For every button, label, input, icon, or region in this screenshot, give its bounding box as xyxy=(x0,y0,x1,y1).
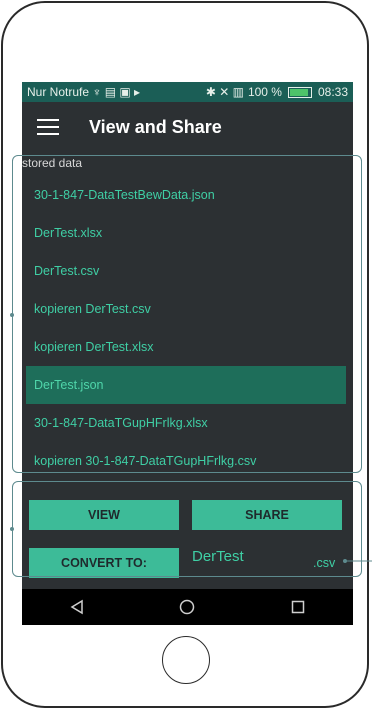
status-right: ✱ ✕ ▥ 100 % 08:33 xyxy=(206,85,348,99)
status-left: Nur Notrufe ♆ ▤ ▣ ▸ xyxy=(27,85,140,99)
status-bar: Nur Notrufe ♆ ▤ ▣ ▸ ✱ ✕ ▥ 100 % 08:33 xyxy=(22,82,353,102)
callout-dot xyxy=(10,313,14,317)
recent-apps-icon[interactable] xyxy=(268,589,328,625)
notification-icons: ♆ ▤ ▣ ▸ xyxy=(92,85,141,99)
carrier-text: Nur Notrufe xyxy=(27,85,90,99)
extension-callout-line xyxy=(343,559,372,563)
home-icon[interactable] xyxy=(157,589,217,625)
stored-data-callout xyxy=(12,155,362,473)
actions-callout xyxy=(12,481,362,577)
battery-percent: 100 % xyxy=(247,85,282,99)
page-title: View and Share xyxy=(89,116,222,137)
menu-icon[interactable] xyxy=(37,119,59,135)
system-icons: ✱ ✕ ▥ xyxy=(205,85,244,99)
battery-icon xyxy=(287,86,312,98)
back-icon[interactable] xyxy=(47,589,107,625)
callout-dot xyxy=(10,527,14,531)
home-button[interactable] xyxy=(162,636,210,684)
clock: 08:33 xyxy=(317,85,348,99)
navigation-bar xyxy=(22,589,353,625)
app-bar: View and Share xyxy=(22,102,353,152)
